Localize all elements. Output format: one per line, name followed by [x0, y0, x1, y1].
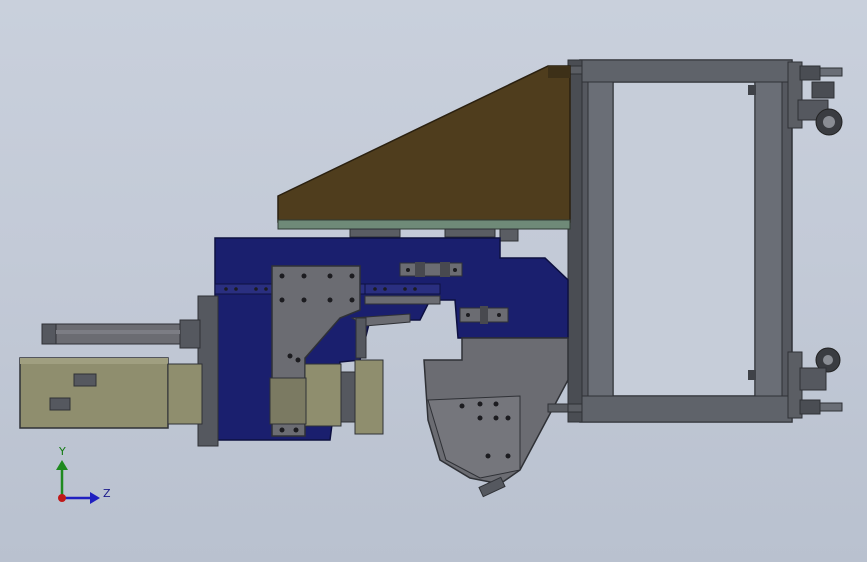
assembly-model[interactable]: Y Z [0, 0, 867, 562]
tie-rod [547, 403, 569, 413]
orientation-triad: Y Z [56, 445, 111, 504]
z-axis-label: Z [103, 487, 111, 500]
z-axis-arrow [90, 492, 100, 504]
pneumatic-fitting-right[interactable] [459, 306, 509, 324]
origin-point [58, 494, 66, 502]
spacer-block [444, 228, 496, 238]
y-axis-label: Y [58, 445, 66, 458]
right-frame[interactable] [559, 59, 793, 423]
pneumatic-fitting-top[interactable] [399, 262, 463, 277]
hopper-chute[interactable] [423, 337, 569, 498]
caster-wheel-top[interactable] [787, 61, 843, 136]
spacer-block [499, 228, 519, 242]
spacer-block [349, 228, 401, 238]
wood-wedge-plate[interactable] [277, 65, 571, 230]
servo-motor[interactable] [19, 357, 203, 429]
graphics-area[interactable]: Y Z [0, 0, 867, 562]
linkage-post [355, 317, 367, 359]
air-cylinder[interactable] [41, 319, 201, 349]
y-axis-arrow [56, 460, 68, 470]
caster-wheel-bottom[interactable] [787, 347, 843, 419]
